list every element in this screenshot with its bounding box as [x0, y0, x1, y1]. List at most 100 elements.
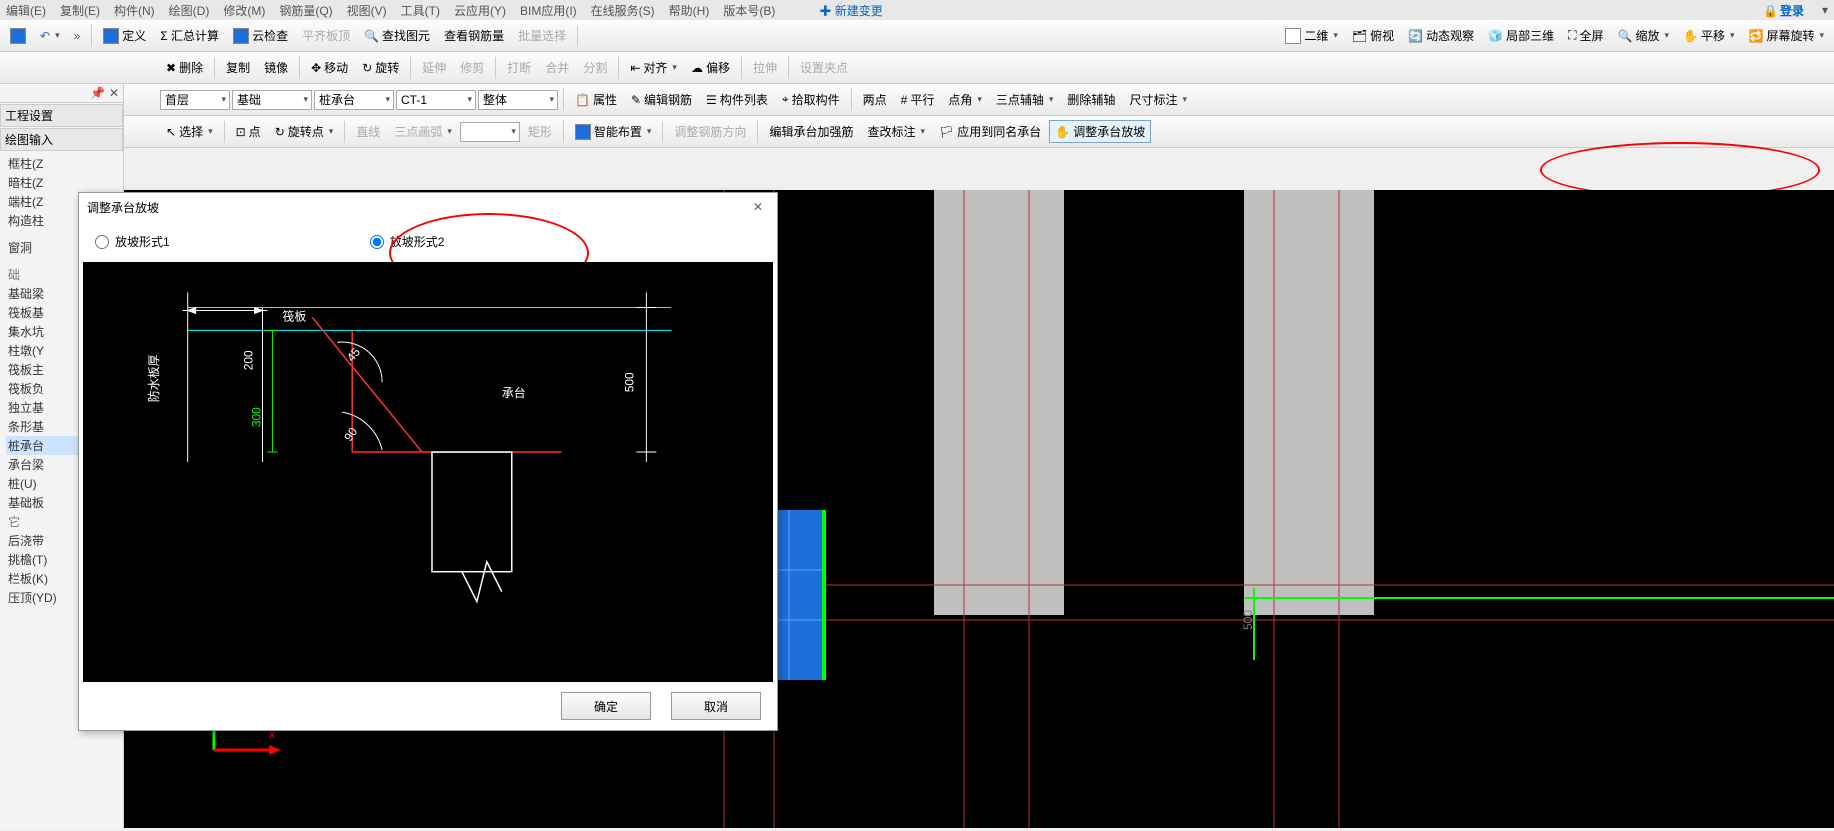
menu-tools[interactable]: 工具(T) [401, 2, 440, 19]
login-button[interactable]: 登录 [1763, 2, 1804, 19]
shape-combo[interactable] [460, 122, 520, 142]
point-angle-button[interactable]: 点角 [942, 88, 988, 111]
smart-layout-button[interactable]: 智能布置 [569, 120, 658, 143]
menu-copy[interactable]: 复制(E) [60, 2, 100, 19]
sidebar-section-cad[interactable]: 绘图输入 [0, 128, 123, 151]
mode-combo[interactable]: 整体 [478, 90, 558, 110]
slope-icon: ✋ [1055, 125, 1070, 139]
select-button[interactable]: ↖选择 [160, 120, 219, 143]
menu-cloud[interactable]: 云应用(Y) [454, 2, 506, 19]
three-aux-button[interactable]: 三点辅轴 [990, 88, 1060, 111]
zoom-icon: 🔍 [1618, 29, 1633, 43]
radio-slope1[interactable]: 放坡形式1 [95, 233, 170, 250]
zoom-button[interactable]: 🔍缩放 [1612, 24, 1676, 47]
stretch-button: 拉伸 [747, 56, 783, 79]
fullscreen-button[interactable]: ⛶全屏 [1562, 24, 1609, 47]
floor-combo[interactable]: 首层 [160, 90, 230, 110]
point-button[interactable]: ⊡点 [230, 120, 267, 143]
adjust-cap-slope-button[interactable]: ✋调整承台放坡 [1049, 120, 1151, 143]
menu-online[interactable]: 在线服务(S) [591, 2, 655, 19]
screen-rotate-button[interactable]: 🔁屏幕旋转 [1743, 24, 1831, 47]
edit-rebar-button[interactable]: ✎编辑钢筋 [625, 88, 698, 111]
subtype-combo[interactable]: 桩承台 [314, 90, 394, 110]
ribbon-context: 首层 基础 桩承台 CT-1 整体 📋属性 ✎编辑钢筋 ☰构件列表 ⌖拾取构件 … [0, 84, 1834, 116]
menu-draw[interactable]: 绘图(D) [169, 2, 210, 19]
check-mark-button[interactable]: 查改标注 [861, 120, 931, 143]
overlook-button[interactable]: 🗂俯视 [1346, 24, 1400, 47]
rotate-point-button[interactable]: ↻旋转点 [269, 120, 340, 143]
component-list-button[interactable]: ☰构件列表 [700, 88, 774, 111]
del-aux-button[interactable]: 删除辅轴 [1061, 88, 1121, 111]
rotate-button[interactable]: ↻旋转 [356, 56, 405, 79]
rotate-icon: 🔁 [1749, 29, 1764, 43]
cloud-check-button[interactable]: 云检查 [227, 24, 294, 47]
move-button[interactable]: ✥移动 [305, 56, 354, 79]
ok-button[interactable]: 确定 [561, 692, 651, 720]
menu-bim[interactable]: BIM应用(I) [520, 2, 577, 19]
menu-edit[interactable]: 编辑(E) [6, 2, 46, 19]
sidebar-pin-icon[interactable]: 📌 [90, 86, 105, 100]
tree-item[interactable]: 框柱(Z [6, 154, 123, 173]
fullscreen-icon: ⛶ [1568, 28, 1576, 43]
code-combo[interactable]: CT-1 [396, 90, 476, 110]
rotate-icon: ↻ [362, 61, 372, 75]
offset-button[interactable]: ☁偏移 [685, 56, 736, 79]
category-combo[interactable]: 基础 [232, 90, 312, 110]
slope-dialog: 调整承台放坡 ✕ 放坡形式1 放坡形式2 [78, 192, 778, 731]
undo-button[interactable]: ↶ [34, 26, 66, 46]
view-2d-button[interactable]: 二维 [1279, 24, 1344, 47]
svg-text:承台: 承台 [502, 385, 526, 400]
define-button[interactable]: 定义 [97, 24, 152, 47]
dimension-button[interactable]: 尺寸标注 [1123, 88, 1193, 111]
define-icon [103, 28, 119, 44]
edit-icon: ✎ [631, 93, 641, 107]
view-rebar-button[interactable]: 查看钢筋量 [438, 24, 510, 47]
delete-button[interactable]: ✖删除 [160, 56, 209, 79]
parallel-button[interactable]: #平行 [895, 88, 941, 111]
ribbon-edit: ✖删除 复制 镜像 ✥移动 ↻旋转 延伸 修剪 打断 合并 分割 ⇤对齐 ☁偏移… [0, 52, 1834, 84]
edit-cap-rebar-button[interactable]: 编辑承台加强筋 [763, 120, 859, 143]
mirror-button[interactable]: 镜像 [258, 56, 294, 79]
sidebar-section-eng[interactable]: 工程设置 [0, 104, 123, 127]
smart-icon [575, 124, 591, 140]
local-3d-button[interactable]: 🧊局部三维 [1482, 24, 1560, 47]
save-button[interactable] [4, 25, 32, 47]
search-icon: 🔍 [364, 29, 379, 43]
apply-same-cap-button[interactable]: 🏳应用到同名承台 [933, 120, 1047, 143]
align-button[interactable]: ⇤对齐 [624, 56, 683, 79]
cancel-button[interactable]: 取消 [671, 692, 761, 720]
menu-component[interactable]: 构件(N) [114, 2, 155, 19]
attr-button[interactable]: 📋属性 [569, 88, 623, 111]
dynamic-view-button[interactable]: 🔄动态观察 [1402, 24, 1480, 47]
overlook-icon: 🗂 [1352, 29, 1367, 43]
align-icon: ⇤ [630, 61, 640, 75]
two-point-button[interactable]: 两点 [857, 88, 893, 111]
flag-icon: 🏳 [939, 125, 954, 139]
dialog-close-icon[interactable]: ✕ [747, 198, 769, 216]
delete-icon: ✖ [166, 61, 176, 75]
find-element-button[interactable]: 🔍查找图元 [358, 24, 436, 47]
flat-slab-button: 平齐板顶 [296, 24, 356, 47]
menu-help[interactable]: 帮助(H) [669, 2, 710, 19]
sum-button[interactable]: Σ 汇总计算 [154, 24, 225, 47]
sidebar-close-icon[interactable]: ✕ [109, 86, 119, 100]
sidebar-header: 📌 ✕ [0, 84, 123, 103]
arc3-button: 三点画弧 [388, 120, 458, 143]
tree-item[interactable]: 暗柱(Z [6, 173, 123, 192]
copy-button[interactable]: 复制 [220, 56, 256, 79]
svg-text:90: 90 [341, 425, 360, 444]
svg-text:300: 300 [249, 407, 263, 427]
pick-component-button[interactable]: ⌖拾取构件 [776, 88, 846, 111]
menu-modify[interactable]: 修改(M) [223, 2, 265, 19]
menu-rebar[interactable]: 钢筋量(Q) [279, 2, 332, 19]
line-button: 直线 [350, 120, 386, 143]
cloud-icon: ☁ [691, 61, 703, 75]
svg-text:筏板: 筏板 [282, 309, 306, 323]
adjust-rebar-dir-button: 调整钢筋方向 [668, 120, 752, 143]
new-change-button[interactable]: ✚ 新建变更 [819, 2, 882, 19]
dialog-titlebar: 调整承台放坡 ✕ [79, 193, 777, 221]
radio-slope2[interactable]: 放坡形式2 [370, 233, 445, 250]
menu-view[interactable]: 视图(V) [347, 2, 387, 19]
pan-button[interactable]: ✋平移 [1677, 24, 1741, 47]
menu-version[interactable]: 版本号(B) [723, 2, 775, 19]
